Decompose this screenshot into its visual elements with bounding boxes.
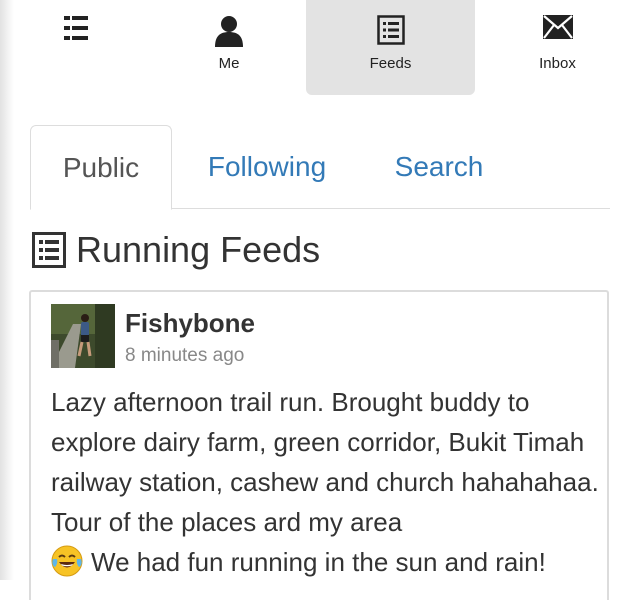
list-icon <box>376 15 405 50</box>
tab-search[interactable]: Search <box>380 125 498 208</box>
post-body: Lazy afternoon trail run. Brought buddy … <box>51 382 601 588</box>
post-body-text: Lazy afternoon trail run. Brought buddy … <box>51 387 599 537</box>
hamburger-menu-icon <box>64 15 88 46</box>
avatar[interactable] <box>51 304 115 368</box>
user-icon <box>214 15 244 52</box>
menu-button[interactable] <box>28 0 128 95</box>
tab-public[interactable]: Public <box>30 125 172 210</box>
page-title: Running Feeds <box>76 229 321 270</box>
nav-me[interactable]: Me <box>145 0 313 95</box>
nav-inbox[interactable]: Inbox <box>475 0 640 95</box>
feed-tabs: Public Following Search <box>30 125 610 210</box>
nav-feeds[interactable]: Feeds <box>306 0 475 95</box>
post-body-text-2: We had fun running in the sun and rain! <box>91 547 546 577</box>
nav-inbox-label: Inbox <box>539 55 576 72</box>
top-navigation: Me Feeds Inbox <box>0 0 640 96</box>
face-with-tears-of-joy-icon <box>51 545 83 588</box>
nav-feeds-label: Feeds <box>369 55 412 72</box>
feed-post: Fishybone 8 minutes ago Lazy afternoon t… <box>29 290 609 600</box>
post-author[interactable]: Fishybone <box>125 308 255 339</box>
tab-following[interactable]: Following <box>190 125 344 208</box>
page-heading: Running Feeds <box>32 228 320 272</box>
post-timestamp: 8 minutes ago <box>125 345 245 366</box>
envelope-icon <box>542 15 573 44</box>
list-icon <box>32 232 66 268</box>
nav-me-label: Me <box>218 55 240 72</box>
